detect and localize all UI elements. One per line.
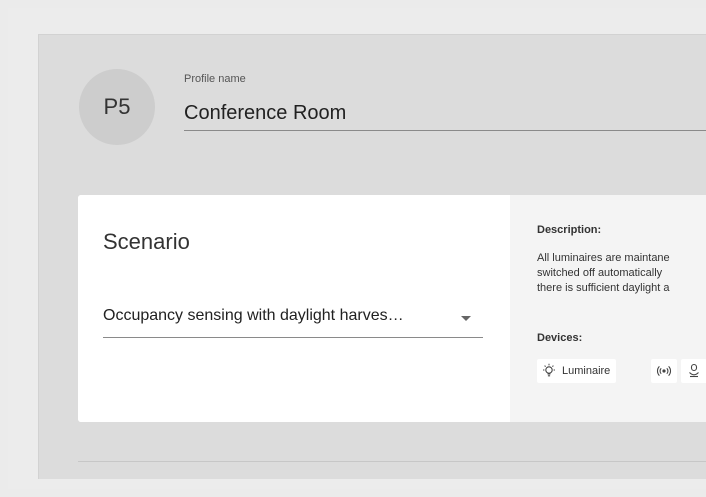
section-divider [78,461,706,462]
profile-avatar: P5 [79,69,155,145]
devices-heading: Devices: [537,332,583,344]
sensor-icon [656,363,672,379]
scenario-title: Scenario [103,229,190,254]
avatar-initials: P5 [103,94,131,119]
scenario-section: Scenario Occupancy sensing with daylight… [78,195,510,422]
profile-name-input[interactable] [184,96,706,131]
profile-name-label: Profile name [184,73,246,85]
description-text: All luminaires are maintane switched off… [537,251,706,296]
description-line: All luminaires are maintane [537,252,670,264]
description-section: Description: All luminaires are maintane… [510,195,706,422]
description-line: there is sufficient daylight a [537,282,670,294]
device-label: Luminaire [562,365,611,377]
scenario-card: Scenario Occupancy sensing with daylight… [78,195,706,422]
scenario-dropdown[interactable]: Occupancy sensing with daylight harves… [103,301,483,338]
dropdown-arrow-icon [461,316,471,321]
scenario-dropdown-value: Occupancy sensing with daylight harves… [103,307,404,324]
device-chip-luminaire: Luminaire [537,359,617,383]
device-icon [686,363,702,379]
description-line: switched off automatically [537,267,663,279]
device-chip-other [681,359,706,383]
description-heading: Description: [537,224,602,236]
luminaire-icon [541,363,557,379]
device-chip-sensor [651,359,677,383]
